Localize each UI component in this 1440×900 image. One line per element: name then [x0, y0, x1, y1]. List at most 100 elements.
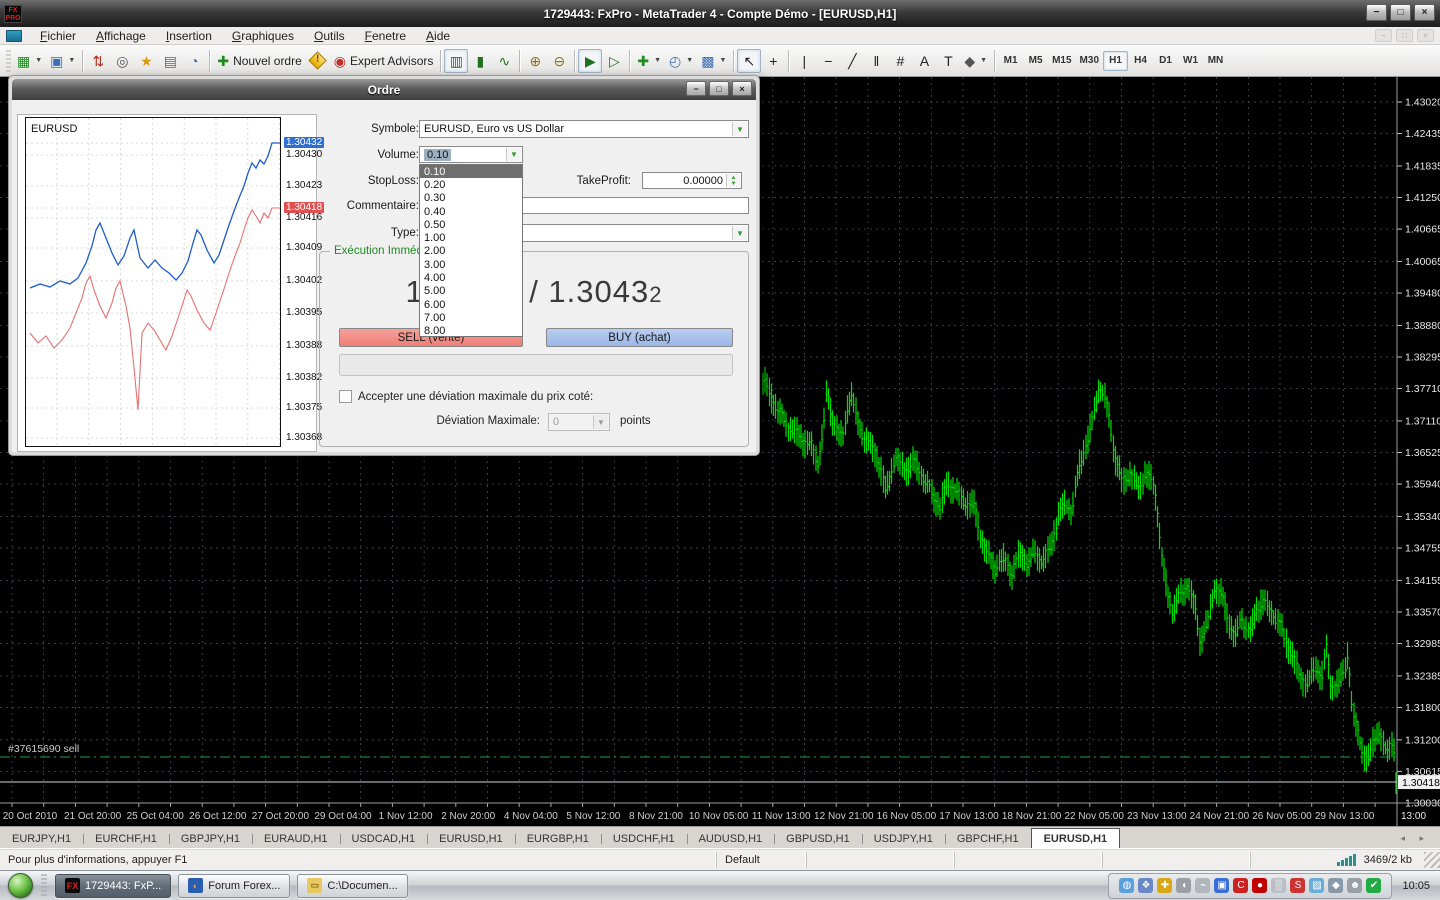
chart-tab-gbpchf-h1[interactable]: GBPCHF,H1 — [945, 830, 1031, 848]
volume-dropdown-list[interactable]: 0.100.200.300.400.501.002.003.004.005.00… — [419, 164, 523, 337]
timeframe-h4-button[interactable]: H4 — [1128, 51, 1153, 71]
text-button[interactable]: A — [912, 49, 936, 73]
close-button[interactable]: × — [1414, 4, 1435, 21]
symbol-combo[interactable]: EURUSD, Euro vs US Dollar ▼ — [419, 120, 749, 138]
timeframe-h1-button[interactable]: H1 — [1103, 51, 1128, 71]
volume-option-0.40[interactable]: 0.40 — [420, 205, 522, 218]
volume-option-0.30[interactable]: 0.30 — [420, 192, 522, 205]
tray-update-gears-icon[interactable]: ✚ — [1157, 878, 1172, 893]
timeframe-m30-button[interactable]: M30 — [1076, 51, 1103, 71]
taskbar-item-browser[interactable]: ◐Forum Forex... — [178, 874, 290, 898]
start-button[interactable] — [8, 873, 33, 898]
chart-tab-usdchf-h1[interactable]: USDCHF,H1 — [601, 830, 687, 848]
tray-usb-icon[interactable]: ⌁ — [1195, 878, 1210, 893]
strategy-tester-button[interactable]: ◔ — [182, 49, 206, 73]
timeframe-d1-button[interactable]: D1 — [1153, 51, 1178, 71]
tray-comodo-icon[interactable]: C — [1233, 878, 1248, 893]
volume-option-6.00[interactable]: 6.00 — [420, 298, 522, 311]
volume-option-0.10[interactable]: 0.10 — [420, 165, 522, 178]
channel-button[interactable]: ‖ — [864, 49, 888, 73]
periods-button[interactable]: ◴▼ — [665, 49, 697, 73]
chart-tab-eurusd-h1[interactable]: EURUSD,H1 — [427, 830, 515, 848]
taskbar-item-fxpro[interactable]: FX1729443: FxP... — [55, 874, 171, 898]
dialog-minimize-button[interactable]: − — [686, 81, 706, 96]
tray-speaker-icon[interactable]: ◖ — [1176, 878, 1191, 893]
navigator-button[interactable]: ★ — [134, 49, 158, 73]
tray-globe-icon[interactable]: ◍ — [1119, 878, 1134, 893]
max-deviation-combo[interactable]: 0 ▼ — [548, 413, 610, 431]
chart-tab-audusd-h1[interactable]: AUDUSD,H1 — [687, 830, 775, 848]
chevron-down-icon[interactable]: ▼ — [732, 226, 747, 240]
tray-skype-icon[interactable]: S — [1290, 878, 1305, 893]
volume-option-8.00[interactable]: 8.00 — [420, 325, 522, 338]
tray-app-icon[interactable]: ☻ — [1347, 878, 1362, 893]
tray-check-icon[interactable]: ✔ — [1366, 878, 1381, 893]
volume-option-7.00[interactable]: 7.00 — [420, 311, 522, 324]
tray-usb-stick-icon[interactable]: ◆ — [1328, 878, 1343, 893]
trendline-button[interactable]: ╱ — [840, 49, 864, 73]
max-deviation-checkbox[interactable] — [339, 390, 352, 403]
auto-scroll-button[interactable]: ▶ — [578, 49, 602, 73]
chart-tab-eurusd-h1-active[interactable]: EURUSD,H1 — [1031, 828, 1121, 848]
vline-button[interactable]: | — [792, 49, 816, 73]
spinner-icon[interactable]: ▲▼ — [726, 174, 740, 187]
timeframe-w1-button[interactable]: W1 — [1178, 51, 1203, 71]
tray-cloud-icon[interactable]: ▒ — [1271, 878, 1286, 893]
data-window-button[interactable]: ◎ — [110, 49, 134, 73]
chart-candles-button[interactable]: ▮ — [468, 49, 492, 73]
menu-affichage[interactable]: Affichage — [86, 28, 156, 44]
volume-option-0.20[interactable]: 0.20 — [420, 178, 522, 191]
timeframe-m15-button[interactable]: M15 — [1048, 51, 1075, 71]
fibonacci-button[interactable]: # — [888, 49, 912, 73]
profiles-button[interactable]: ▣▼ — [46, 49, 79, 73]
volume-option-2.00[interactable]: 2.00 — [420, 245, 522, 258]
minimize-button[interactable]: − — [1366, 4, 1387, 21]
chevron-down-icon[interactable]: ▼ — [732, 122, 747, 136]
volume-option-0.50[interactable]: 0.50 — [420, 218, 522, 231]
resize-grip[interactable] — [1424, 852, 1440, 868]
new-chart-button[interactable]: ▦▼ — [13, 49, 46, 73]
chart-line-button[interactable]: ∿ — [492, 49, 516, 73]
crosshair-button[interactable]: + — [761, 49, 785, 73]
volume-combo[interactable]: 0.10 ▼ — [419, 146, 523, 163]
terminal-button[interactable]: ▤ — [158, 49, 182, 73]
zoom-out-button[interactable]: ⊖ — [547, 49, 571, 73]
zoom-in-button[interactable]: ⊕ — [523, 49, 547, 73]
chevron-down-icon[interactable]: ▼ — [506, 148, 521, 161]
expert-advisors-button[interactable]: ◉Expert Advisors — [330, 49, 438, 73]
chart-tab-gbpusd-h1[interactable]: GBPUSD,H1 — [774, 830, 862, 848]
volume-option-4.00[interactable]: 4.00 — [420, 271, 522, 284]
chart-tab-eurgbp-h1[interactable]: EURGBP,H1 — [515, 830, 601, 848]
mdi-restore-button[interactable]: □ — [1396, 29, 1413, 42]
menu-graphiques[interactable]: Graphiques — [222, 28, 304, 44]
tray-picture-icon[interactable]: ▨ — [1309, 878, 1324, 893]
timeframe-m1-button[interactable]: M1 — [998, 51, 1023, 71]
chart-bars-button[interactable]: ▥ — [444, 49, 468, 73]
dialog-close-button[interactable]: × — [732, 81, 752, 96]
tab-scroll-arrows[interactable]: ◂ ▸ — [1400, 833, 1430, 844]
takeprofit-field[interactable]: 0.00000 ▲▼ — [642, 172, 742, 189]
volume-option-5.00[interactable]: 5.00 — [420, 285, 522, 298]
order-dialog-titlebar[interactable]: Ordre − □ × — [12, 79, 756, 100]
market-watch-button[interactable]: ⇅ — [86, 49, 110, 73]
chart-tab-usdjpy-h1[interactable]: USDJPY,H1 — [862, 830, 945, 848]
mdi-minimize-button[interactable]: − — [1375, 29, 1392, 42]
chart-shift-button[interactable]: ▷ — [602, 49, 626, 73]
new-order-button[interactable]: ✚Nouvel ordre — [213, 49, 305, 73]
chart-tab-gbpjpy-h1[interactable]: GBPJPY,H1 — [169, 830, 252, 848]
menu-insertion[interactable]: Insertion — [156, 28, 222, 44]
mdi-close-button[interactable]: × — [1417, 29, 1434, 42]
label-button[interactable]: T — [936, 49, 960, 73]
chart-tab-usdcad-h1[interactable]: USDCAD,H1 — [340, 830, 428, 848]
taskbar-item-explorer[interactable]: ▭C:\Documen... — [297, 874, 407, 898]
dialog-maximize-button[interactable]: □ — [709, 81, 729, 96]
menu-fichier[interactable]: Fichier — [30, 28, 86, 44]
alert-icon[interactable]: ! — [306, 49, 330, 73]
volume-option-1.00[interactable]: 1.00 — [420, 231, 522, 244]
tray-display-icon[interactable]: ▣ — [1214, 878, 1229, 893]
arrows-button[interactable]: ◆▼ — [960, 49, 991, 73]
volume-option-3.00[interactable]: 3.00 — [420, 258, 522, 271]
tray-stop-icon[interactable]: ● — [1252, 878, 1267, 893]
menu-aide[interactable]: Aide — [416, 28, 460, 44]
menu-outils[interactable]: Outils — [304, 28, 355, 44]
